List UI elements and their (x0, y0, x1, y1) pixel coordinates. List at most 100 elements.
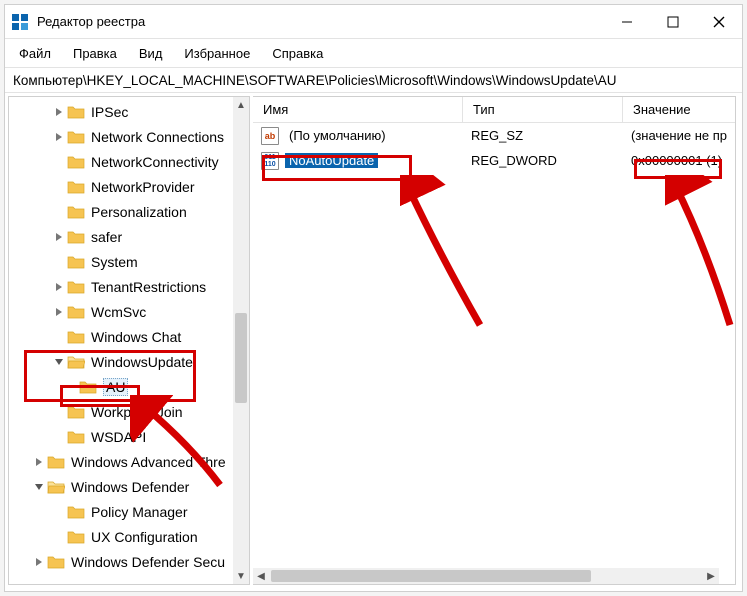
menu-help[interactable]: Справка (262, 43, 333, 64)
registry-tree[interactable]: IPSec Network Connections NetworkConnect… (9, 97, 233, 584)
folder-icon (47, 455, 65, 469)
tree-node-label: WorkplaceJoin (91, 404, 183, 420)
tree-node-label: WcmSvc (91, 304, 146, 320)
tree-node-label: AU (103, 378, 128, 396)
tree-pane: IPSec Network Connections NetworkConnect… (8, 96, 250, 585)
main-panes: IPSec Network Connections NetworkConnect… (5, 93, 742, 591)
tree-node[interactable]: Windows Chat (9, 324, 233, 349)
expander-icon[interactable] (53, 106, 65, 118)
tree-node-label: Personalization (91, 204, 187, 220)
expander-icon[interactable] (53, 531, 65, 543)
expander-icon[interactable] (53, 181, 65, 193)
folder-icon (67, 505, 85, 519)
dword-value-icon: 011110 (261, 152, 279, 170)
titlebar: Редактор реестра (5, 5, 742, 39)
tree-node[interactable]: WSDAPI (9, 424, 233, 449)
expander-icon[interactable] (53, 206, 65, 218)
folder-icon (47, 555, 65, 569)
col-type[interactable]: Тип (463, 97, 623, 122)
scroll-right-button[interactable]: ▶ (703, 568, 719, 584)
tree-node[interactable]: AU (9, 374, 233, 399)
address-text: Компьютер\HKEY_LOCAL_MACHINE\SOFTWARE\Po… (13, 73, 617, 88)
tree-node[interactable]: Windows Defender Secu (9, 549, 233, 574)
scroll-left-button[interactable]: ◀ (253, 568, 269, 584)
expander-icon[interactable] (53, 231, 65, 243)
tree-node[interactable]: NetworkProvider (9, 174, 233, 199)
tree-node-label: UX Configuration (91, 529, 198, 545)
address-bar[interactable]: Компьютер\HKEY_LOCAL_MACHINE\SOFTWARE\Po… (5, 67, 742, 93)
listview-header: Имя Тип Значение (253, 97, 735, 123)
scroll-up-button[interactable]: ▲ (233, 97, 249, 113)
value-data: 0x00000001 (1) (623, 148, 735, 173)
menu-bar: Файл Правка Вид Избранное Справка (5, 39, 742, 67)
expander-icon[interactable] (53, 406, 65, 418)
tree-node-label: WSDAPI (91, 429, 146, 445)
expander-icon[interactable] (33, 481, 45, 493)
tree-node[interactable]: NetworkConnectivity (9, 149, 233, 174)
scroll-thumb[interactable] (235, 313, 247, 403)
col-value[interactable]: Значение (623, 97, 735, 122)
tree-node[interactable]: WorkplaceJoin (9, 399, 233, 424)
expander-icon[interactable] (33, 556, 45, 568)
maximize-button[interactable] (650, 6, 696, 38)
folder-icon (67, 330, 85, 344)
expander-icon[interactable] (53, 131, 65, 143)
expander-icon[interactable] (53, 331, 65, 343)
folder-icon (67, 230, 85, 244)
scroll-down-button[interactable]: ▼ (233, 568, 249, 584)
window-controls (604, 6, 742, 38)
menu-file[interactable]: Файл (9, 43, 61, 64)
expander-icon[interactable] (53, 281, 65, 293)
tree-node-label: Network Connections (91, 129, 224, 145)
expander-icon[interactable] (53, 431, 65, 443)
tree-node-label: Windows Defender (71, 479, 189, 495)
value-row[interactable]: ab(По умолчанию)REG_SZ(значение не пр (253, 123, 735, 148)
menu-favorites[interactable]: Избранное (174, 43, 260, 64)
value-name: NoAutoUpdate (285, 153, 378, 168)
folder-icon (67, 205, 85, 219)
tree-node-label: WindowsUpdate (91, 354, 193, 370)
tree-node[interactable]: UX Configuration (9, 524, 233, 549)
expander-icon[interactable] (53, 256, 65, 268)
expander-icon[interactable] (53, 506, 65, 518)
tree-node-label: NetworkConnectivity (91, 154, 219, 170)
tree-node[interactable]: System (9, 249, 233, 274)
tree-node-label: Windows Chat (91, 329, 181, 345)
folder-icon (47, 480, 65, 494)
value-row[interactable]: 011110NoAutoUpdateREG_DWORD0x00000001 (1… (253, 148, 735, 173)
tree-node-label: NetworkProvider (91, 179, 194, 195)
folder-icon (67, 530, 85, 544)
expander-icon[interactable] (53, 306, 65, 318)
tree-node-label: IPSec (91, 104, 128, 120)
horizontal-scrollbar[interactable]: ◀ ▶ (253, 568, 719, 584)
app-icon (11, 13, 29, 31)
window-title: Редактор реестра (37, 14, 145, 29)
col-name[interactable]: Имя (253, 97, 463, 122)
tree-node[interactable]: Personalization (9, 199, 233, 224)
listview-body[interactable]: ab(По умолчанию)REG_SZ(значение не пр 011… (253, 123, 735, 568)
tree-node[interactable]: Windows Defender (9, 474, 233, 499)
tree-node[interactable]: IPSec (9, 99, 233, 124)
folder-icon (67, 405, 85, 419)
tree-node[interactable]: Windows Advanced Thre (9, 449, 233, 474)
minimize-button[interactable] (604, 6, 650, 38)
tree-node-label: Windows Defender Secu (71, 554, 225, 570)
tree-node[interactable]: Policy Manager (9, 499, 233, 524)
tree-node[interactable]: Network Connections (9, 124, 233, 149)
menu-view[interactable]: Вид (129, 43, 173, 64)
tree-node[interactable]: WindowsUpdate (9, 349, 233, 374)
value-data: (значение не пр (623, 123, 735, 148)
tree-node[interactable]: WcmSvc (9, 299, 233, 324)
hscroll-thumb[interactable] (271, 570, 591, 582)
tree-node[interactable]: TenantRestrictions (9, 274, 233, 299)
menu-edit[interactable]: Правка (63, 43, 127, 64)
folder-icon (67, 130, 85, 144)
expander-icon[interactable] (65, 381, 77, 393)
expander-icon[interactable] (53, 156, 65, 168)
tree-node[interactable]: safer (9, 224, 233, 249)
close-button[interactable] (696, 6, 742, 38)
expander-icon[interactable] (33, 456, 45, 468)
vertical-scrollbar[interactable]: ▲ ▼ (233, 97, 249, 584)
expander-icon[interactable] (53, 356, 65, 368)
folder-icon (67, 355, 85, 369)
